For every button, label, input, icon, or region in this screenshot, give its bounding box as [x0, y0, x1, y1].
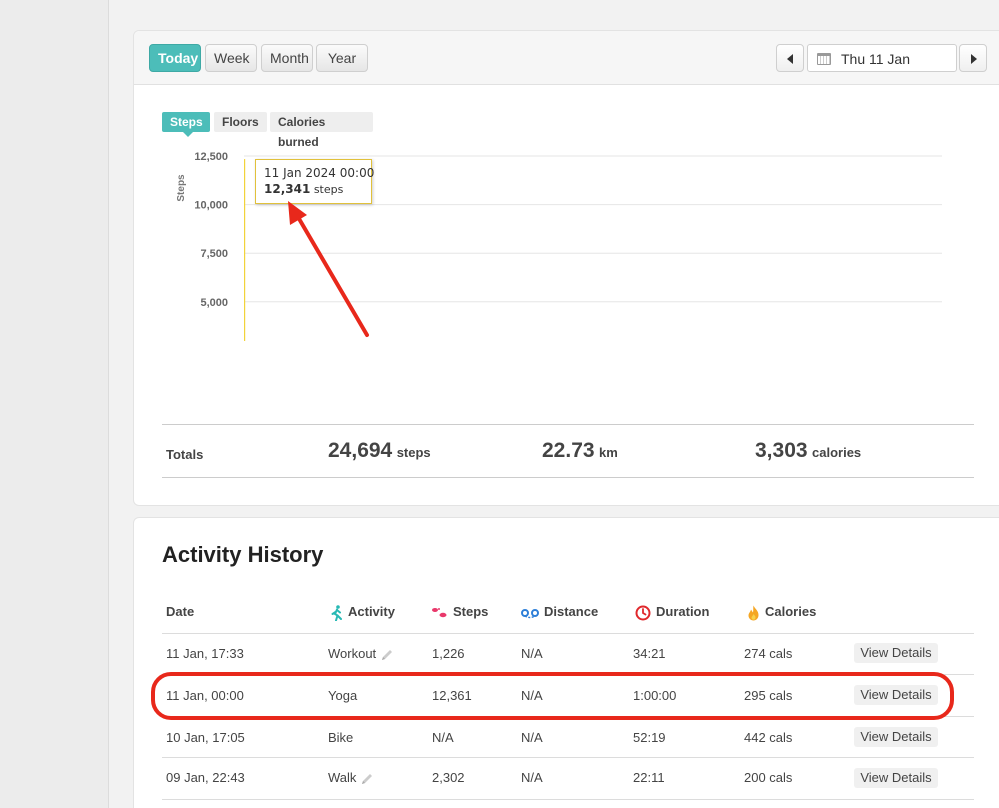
- active-tab-caret: [183, 132, 193, 137]
- table-row-divider: [162, 799, 974, 800]
- row-steps: 12,361: [432, 688, 472, 703]
- row-activity: Yoga: [328, 688, 358, 703]
- column-header-calories[interactable]: Calories: [747, 604, 816, 621]
- chart-bar: [244, 159, 246, 341]
- total-calories-unit: calories: [812, 445, 862, 460]
- route-icon: [521, 608, 539, 618]
- column-header-date[interactable]: Date: [166, 604, 194, 619]
- row-steps: N/A: [432, 730, 454, 745]
- column-header-steps-label: Steps: [453, 604, 489, 619]
- row-activity: Bike: [328, 730, 354, 745]
- row-duration: 34:21: [633, 646, 666, 661]
- row-duration: 1:00:00: [633, 688, 677, 703]
- tooltip-date: 11 Jan 2024 00:00: [264, 166, 375, 180]
- row-distance: N/A: [521, 646, 543, 661]
- column-header-calories-label: Calories: [765, 604, 817, 619]
- row-date: 11 Jan, 17:33: [166, 646, 244, 661]
- period-tab-month[interactable]: Month: [261, 44, 313, 72]
- totals-bottom-divider: [162, 477, 974, 478]
- row-calories: 200 cals: [744, 770, 793, 785]
- chart-y-tick-label: 5,000: [200, 297, 228, 309]
- row-date: 10 Jan, 17:05: [166, 730, 245, 745]
- table-row-divider: [162, 716, 974, 717]
- period-tab-week[interactable]: Week: [205, 44, 257, 72]
- period-toolbar: Today Week Month Year Thu 11 Jan: [134, 31, 999, 85]
- row-activity-label: Workout: [328, 646, 377, 661]
- metric-tab-steps[interactable]: Steps: [162, 112, 210, 132]
- tooltip-value: 12,341: [264, 182, 311, 196]
- row-calories: 442 cals: [744, 730, 793, 745]
- column-header-steps[interactable]: Steps: [431, 604, 488, 619]
- tooltip-unit: steps: [313, 183, 344, 196]
- period-tab-today[interactable]: Today: [149, 44, 201, 72]
- total-distance-unit: km: [599, 445, 618, 460]
- period-tab-year[interactable]: Year: [316, 44, 368, 72]
- row-distance: N/A: [521, 770, 543, 785]
- row-steps: 1,226: [432, 646, 465, 661]
- chart-tooltip: 11 Jan 2024 00:00 12,341 steps: [255, 159, 375, 204]
- row-activity[interactable]: Walk: [328, 770, 374, 786]
- chart-y-axis-label: Steps: [176, 174, 187, 202]
- row-steps: 2,302: [432, 770, 465, 785]
- column-header-activity-label: Activity: [348, 604, 395, 619]
- row-calories: 274 cals: [744, 646, 793, 661]
- row-activity-label: Walk: [328, 770, 357, 785]
- total-calories-value: 3,303: [755, 439, 808, 462]
- totals-top-divider: [162, 424, 974, 425]
- pencil-icon[interactable]: [360, 772, 374, 786]
- activity-history-title: Activity History: [162, 542, 324, 567]
- total-distance: 22.73 km: [542, 439, 618, 463]
- total-calories: 3,303 calories: [755, 439, 861, 463]
- activity-history-panel: Activity History Date Activity Steps Dis…: [133, 517, 999, 808]
- pencil-icon[interactable]: [380, 648, 394, 662]
- column-header-distance[interactable]: Distance: [521, 604, 598, 619]
- row-distance: N/A: [521, 688, 543, 703]
- column-header-duration-label: Duration: [656, 604, 710, 619]
- column-header-distance-label: Distance: [544, 604, 599, 619]
- column-header-duration[interactable]: Duration: [635, 604, 709, 621]
- row-date: 09 Jan, 22:43: [166, 770, 245, 785]
- total-distance-value: 22.73: [542, 439, 595, 462]
- left-sidebar: [0, 0, 109, 808]
- row-activity[interactable]: Workout: [328, 646, 394, 662]
- metric-tab-floors[interactable]: Floors: [214, 112, 267, 132]
- chart-y-tick-label: 12,500: [194, 151, 228, 163]
- chart-y-tick-label: 7,500: [200, 248, 228, 260]
- next-day-button[interactable]: [959, 44, 987, 72]
- tooltip-value-line: 12,341 steps: [264, 182, 363, 196]
- view-details-button[interactable]: View Details: [854, 727, 938, 747]
- table-header-divider: [162, 633, 974, 634]
- previous-day-button[interactable]: [776, 44, 804, 72]
- clock-icon: [635, 605, 651, 621]
- row-duration: 22:11: [633, 770, 665, 785]
- calendar-icon: [817, 53, 831, 65]
- chart-y-tick-label: 10,000: [194, 200, 228, 212]
- total-steps: 24,694 steps: [328, 439, 431, 463]
- totals-label: Totals: [166, 447, 204, 462]
- walking-person-icon: [331, 604, 342, 621]
- date-picker-value: Thu 11 Jan: [841, 51, 911, 67]
- table-row-divider: [162, 674, 974, 675]
- flame-icon: [748, 605, 759, 621]
- chart-y-tick-labels: 2,5005,0007,50010,00012,500: [194, 151, 228, 309]
- row-duration: 52:19: [633, 730, 666, 745]
- row-date: 11 Jan, 00:00: [166, 688, 244, 703]
- chevron-left-icon: [787, 54, 793, 64]
- view-details-button[interactable]: View Details: [854, 685, 938, 705]
- column-header-activity[interactable]: Activity: [331, 604, 395, 621]
- total-steps-unit: steps: [396, 445, 431, 460]
- table-row-divider: [162, 757, 974, 758]
- chevron-right-icon: [971, 54, 977, 64]
- row-calories: 295 cals: [744, 688, 793, 703]
- footsteps-icon: [432, 607, 447, 617]
- total-steps-value: 24,694: [328, 439, 393, 462]
- row-distance: N/A: [521, 730, 543, 745]
- view-details-button[interactable]: View Details: [854, 768, 938, 788]
- date-picker-field[interactable]: Thu 11 Jan: [807, 44, 957, 72]
- metric-tab-calories-burned[interactable]: Calories burned: [270, 112, 373, 149]
- view-details-button[interactable]: View Details: [854, 643, 938, 663]
- activity-chart-panel: Today Week Month Year Thu 11 Jan Steps F…: [133, 30, 999, 506]
